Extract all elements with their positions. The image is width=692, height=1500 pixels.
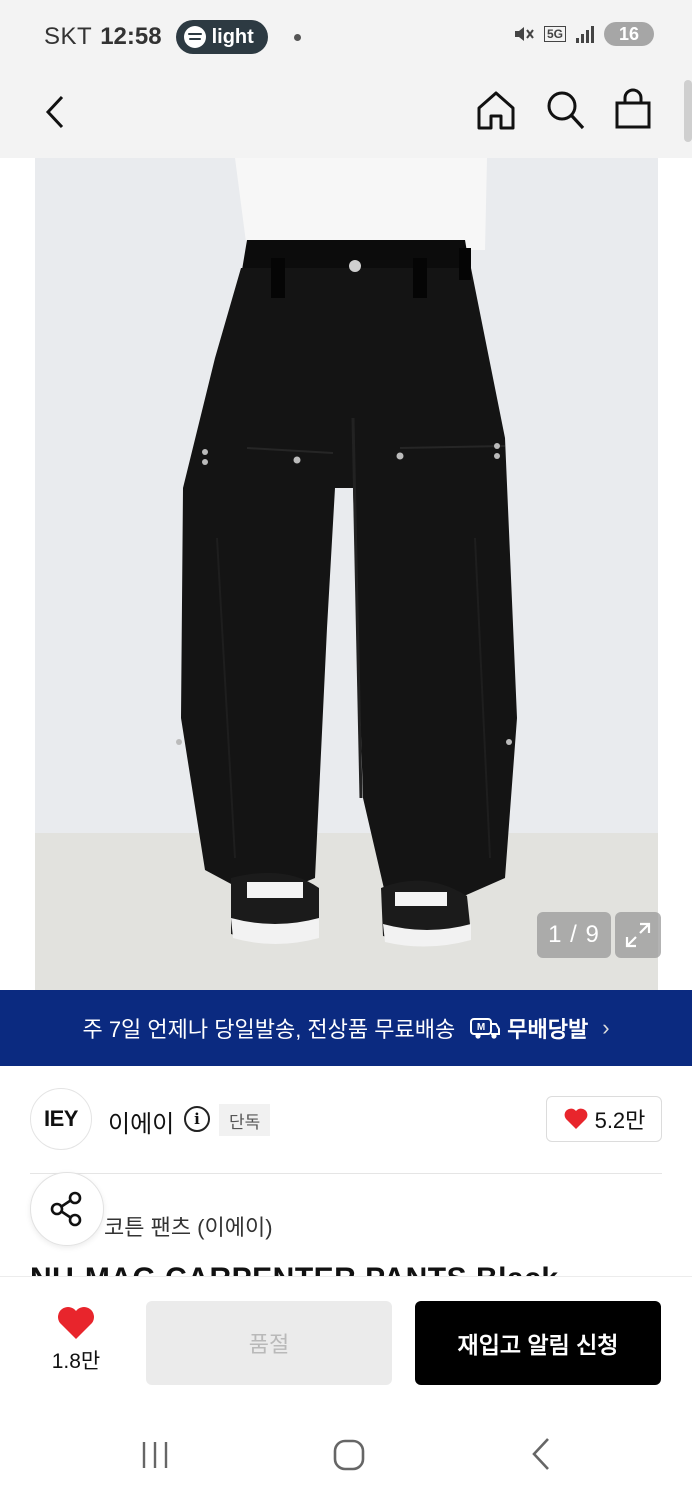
- share-button[interactable]: [30, 1172, 104, 1246]
- app-header: [0, 70, 692, 158]
- chevron-right-icon: ›: [602, 1015, 610, 1040]
- spotify-icon: [183, 26, 206, 48]
- carrier-label: SKT: [44, 23, 93, 50]
- svg-text:M: M: [477, 1022, 485, 1033]
- battery-level: 16: [618, 23, 640, 44]
- product-title: NU-MAG CARPENTER PANTS Black: [30, 1262, 670, 1276]
- promo-badge: M 무배당발: [469, 1012, 588, 1044]
- product-title-wrap: NU-MAG CARPENTER PANTS Black: [30, 1260, 670, 1276]
- clock: 12:58: [100, 23, 162, 50]
- heart-icon: [58, 1307, 94, 1339]
- chevron-left-icon[interactable]: [40, 92, 72, 132]
- home-nav-icon[interactable]: [332, 1438, 366, 1472]
- spotify-now-playing-pill[interactable]: light: [175, 20, 268, 54]
- notification-dot-icon: [293, 33, 301, 41]
- restock-alert-button[interactable]: 재입고 알림 신청: [415, 1301, 661, 1385]
- mute-icon: [514, 27, 534, 41]
- promo-badge-label: 무배당발: [507, 1017, 589, 1042]
- soldout-button[interactable]: 품절: [146, 1301, 392, 1385]
- status-right: 5G 16: [512, 22, 654, 46]
- scrollbar[interactable]: [684, 80, 692, 142]
- system-nav-bar: [0, 1406, 692, 1500]
- brand-like-count: 5.2만: [594, 1108, 646, 1133]
- info-icon[interactable]: i: [184, 1106, 210, 1132]
- category-text: 코튼 팬츠 (이에이): [104, 1215, 273, 1240]
- expand-icon: [625, 922, 651, 948]
- brand-like-button[interactable]: 5.2만: [546, 1096, 662, 1142]
- heart-icon: [564, 1108, 587, 1129]
- product-image-gallery[interactable]: [35, 158, 658, 990]
- spotify-label: light: [211, 25, 254, 48]
- product-photo-pants: [176, 158, 517, 947]
- search-icon[interactable]: [544, 88, 586, 132]
- expand-image-button[interactable]: [615, 912, 661, 958]
- recent-apps-icon[interactable]: [140, 1440, 170, 1470]
- share-icon: [50, 1191, 82, 1227]
- battery-icon: 16: [604, 22, 654, 46]
- shopping-bag-icon[interactable]: [612, 88, 654, 132]
- exclusive-badge: 단독: [219, 1104, 271, 1136]
- bottom-action-bar: 1.8만 품절 재입고 알림 신청: [0, 1276, 692, 1406]
- image-counter: 1 / 9: [537, 912, 611, 958]
- status-bar: SKT 12:58 light 5G 16: [0, 0, 692, 70]
- promo-text: 주 7일 언제나 당일발송, 전상품 무료배송: [82, 1017, 456, 1042]
- wishlist-count: 1.8만: [51, 1350, 101, 1373]
- brand-name-link[interactable]: 이에이: [108, 1104, 174, 1139]
- network-type-label: 5G: [543, 26, 566, 42]
- signal-icon: [576, 26, 594, 43]
- divider: [30, 1173, 662, 1174]
- home-icon[interactable]: [474, 88, 518, 132]
- free-shipping-banner[interactable]: 주 7일 언제나 당일발송, 전상품 무료배송 M 무배당발 ›: [0, 990, 692, 1066]
- delivery-truck-icon: M: [470, 1018, 501, 1039]
- back-nav-icon[interactable]: [528, 1436, 554, 1472]
- brand-logo[interactable]: IEY: [30, 1088, 92, 1150]
- brand-row: IEY 이에이 i 단독 5.2만: [0, 1066, 692, 1174]
- status-left: SKT 12:58 light: [44, 20, 301, 54]
- wishlist-button[interactable]: 1.8만: [36, 1305, 116, 1385]
